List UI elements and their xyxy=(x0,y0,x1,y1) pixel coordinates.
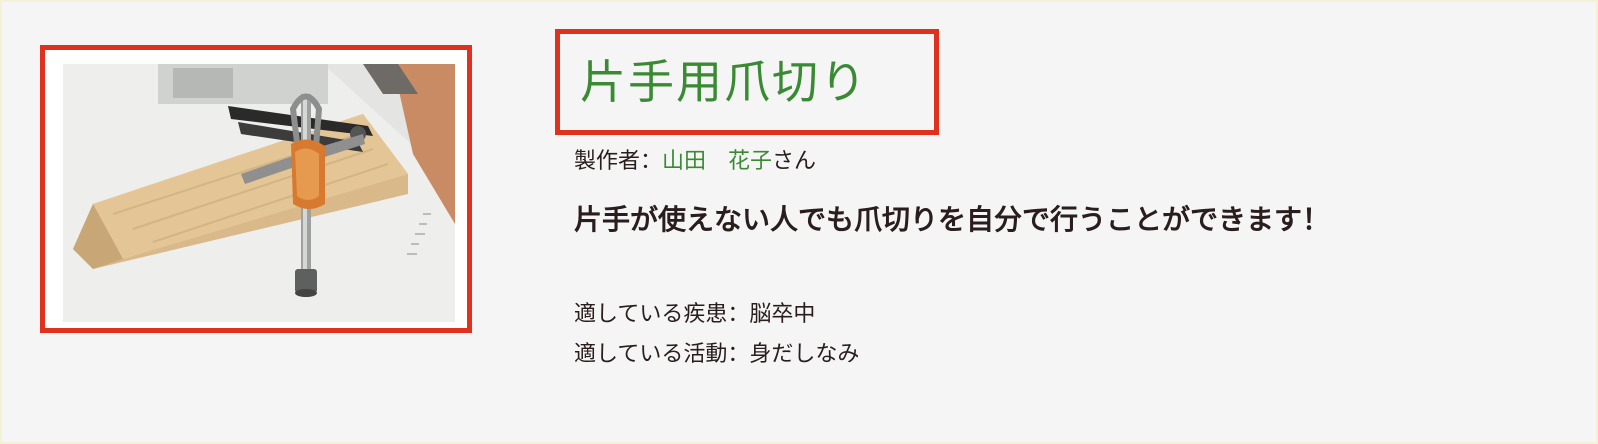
activity-label: 適している活動： xyxy=(574,342,750,367)
product-photo[interactable] xyxy=(63,64,455,322)
maker-suffix: さん xyxy=(772,149,817,174)
activity-value: 身だしなみ xyxy=(749,342,860,367)
suitable-activity: 適している活動：身だしなみ xyxy=(574,340,859,370)
nail-clipper-photo xyxy=(63,64,455,322)
maker-line: 製作者：山田 花子さん xyxy=(574,146,816,178)
disease-label: 適している疾患： xyxy=(574,302,750,327)
title-highlight[interactable]: 片手用爪切り xyxy=(555,29,939,135)
suitable-disease: 適している疾患：脳卒中 xyxy=(574,300,815,330)
product-image-highlight[interactable] xyxy=(40,45,472,333)
product-description: 片手が使えない人でも爪切りを自分で行うことができます！ xyxy=(574,203,1331,236)
maker-label: 製作者： xyxy=(574,149,663,174)
disease-value: 脳卒中 xyxy=(749,302,816,327)
maker-name-link[interactable]: 山田 花子 xyxy=(662,149,772,174)
product-title[interactable]: 片手用爪切り xyxy=(580,54,868,110)
